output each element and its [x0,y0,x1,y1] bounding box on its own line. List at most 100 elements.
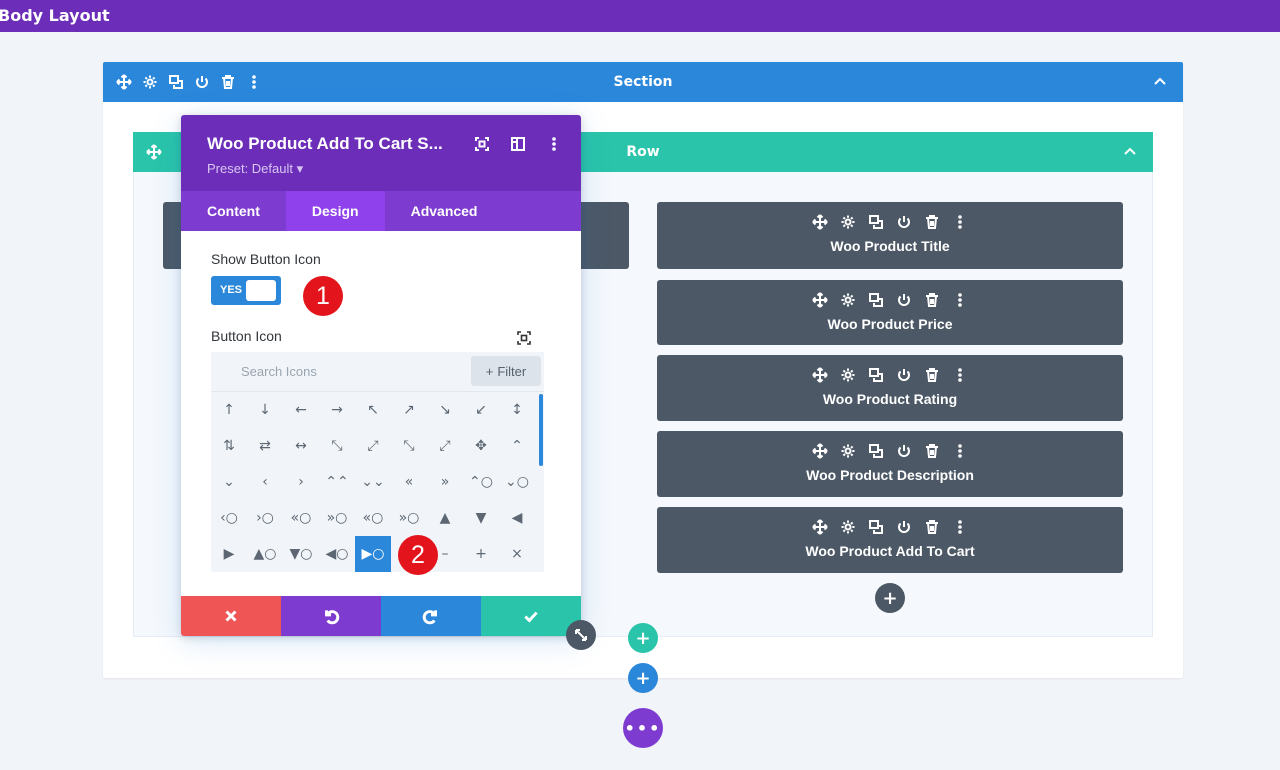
icon-option[interactable]: ⌃○ [463,464,499,500]
module-woo-product-price[interactable]: Woo Product Price [657,280,1123,345]
more-icon[interactable] [951,366,969,384]
duplicate-icon[interactable] [867,442,885,460]
more-icon[interactable] [951,213,969,231]
icon-option[interactable]: «○ [355,500,391,536]
module-woo-product-rating[interactable]: Woo Product Rating [657,355,1123,421]
power-icon[interactable] [895,518,913,536]
trash-icon[interactable] [923,518,941,536]
more-icon[interactable] [951,518,969,536]
move-icon[interactable] [811,442,829,460]
fullscreen-icon[interactable] [515,329,533,347]
icon-option[interactable]: × [499,536,535,572]
trash-icon[interactable] [923,366,941,384]
icon-option[interactable]: › [283,464,319,500]
icon-option[interactable]: ‹ [247,464,283,500]
preset-selector[interactable]: Preset: Default ▾ [207,161,303,177]
power-icon[interactable] [895,442,913,460]
icon-option[interactable]: ↖ [355,392,391,428]
chevron-up-icon[interactable] [1151,62,1169,102]
icon-option[interactable]: ↑ [211,392,247,428]
scrollbar[interactable] [539,394,543,466]
icon-option[interactable]: ⤢ [355,428,391,464]
trash-icon[interactable] [923,213,941,231]
icon-option[interactable]: ✥ [463,428,499,464]
icon-option[interactable]: ▲ [427,500,463,536]
builder-menu-button[interactable]: ••• [623,708,663,748]
icon-option[interactable]: ▼ [463,500,499,536]
add-module-button[interactable]: + [875,583,905,613]
gear-icon[interactable] [839,366,857,384]
undo-button[interactable] [281,596,381,636]
icon-option[interactable]: »○ [391,500,427,536]
redo-button[interactable] [381,596,481,636]
power-icon[interactable] [895,291,913,309]
more-icon[interactable] [545,135,563,153]
icon-option[interactable]: ⌃ [499,428,535,464]
duplicate-icon[interactable] [867,291,885,309]
move-icon[interactable] [811,213,829,231]
more-icon[interactable] [951,442,969,460]
add-row-button[interactable]: + [628,623,658,653]
icon-option[interactable]: »○ [319,500,355,536]
gear-icon[interactable] [839,291,857,309]
icon-option[interactable]: «○ [283,500,319,536]
resize-handle[interactable] [566,620,596,650]
icon-search-bar[interactable]: Search Icons + Filter [211,352,544,392]
icon-option[interactable]: ⇅ [211,428,247,464]
gear-icon[interactable] [839,518,857,536]
add-section-button[interactable]: + [628,663,658,693]
icon-option[interactable]: ↕ [499,392,535,428]
icon-option[interactable]: ↔ [283,428,319,464]
icon-option[interactable]: « [391,464,427,500]
icon-option[interactable]: ‹○ [211,500,247,536]
icon-option[interactable]: ↘ [427,392,463,428]
duplicate-icon[interactable] [867,213,885,231]
gear-icon[interactable] [839,213,857,231]
fullscreen-icon[interactable] [473,135,491,153]
tab-advanced[interactable]: Advanced [385,191,504,231]
trash-icon[interactable] [923,442,941,460]
show-button-icon-toggle[interactable]: YES [211,276,281,305]
icon-option[interactable]: ↓ [247,392,283,428]
power-icon[interactable] [895,213,913,231]
tab-design[interactable]: Design [285,191,385,231]
icon-option[interactable]: ⤡ [391,428,427,464]
icon-option[interactable]: → [319,392,355,428]
cancel-button[interactable] [181,596,281,636]
section-header[interactable]: Section [103,62,1183,102]
duplicate-icon[interactable] [867,518,885,536]
icon-option[interactable]: ›○ [247,500,283,536]
icon-option[interactable]: ⤢ [427,428,463,464]
icon-option[interactable]: ↗ [391,392,427,428]
more-icon[interactable] [951,291,969,309]
module-woo-product-add-to-cart[interactable]: Woo Product Add To Cart [657,507,1123,573]
trash-icon[interactable] [923,291,941,309]
duplicate-icon[interactable] [867,366,885,384]
icon-option[interactable]: ▲○ [247,536,283,572]
move-icon[interactable] [811,518,829,536]
icon-option[interactable]: + [463,536,499,572]
icon-option[interactable]: ◀○ [319,536,355,572]
icon-option[interactable]: » [427,464,463,500]
module-woo-product-description[interactable]: Woo Product Description [657,431,1123,497]
power-icon[interactable] [895,366,913,384]
icon-option[interactable]: ⌄ [211,464,247,500]
icon-option[interactable]: ▶ [211,536,247,572]
icon-option[interactable]: ▼○ [283,536,319,572]
move-icon[interactable] [811,366,829,384]
icon-option[interactable]: ⌄⌄ [355,464,391,500]
filter-button[interactable]: + Filter [471,356,541,386]
icon-option[interactable]: ⌃⌃ [319,464,355,500]
move-icon[interactable] [811,291,829,309]
icon-search-input[interactable]: Search Icons [241,364,317,379]
split-view-icon[interactable] [509,135,527,153]
icon-option[interactable]: ▶○ [355,536,391,572]
gear-icon[interactable] [839,442,857,460]
chevron-up-icon[interactable] [1121,132,1139,172]
icon-option[interactable]: ← [283,392,319,428]
icon-option[interactable]: ⤡ [319,428,355,464]
icon-option[interactable]: ⌄○ [499,464,535,500]
icon-option[interactable]: ⇄ [247,428,283,464]
icon-option[interactable]: ↙ [463,392,499,428]
icon-option[interactable]: ◀ [499,500,535,536]
